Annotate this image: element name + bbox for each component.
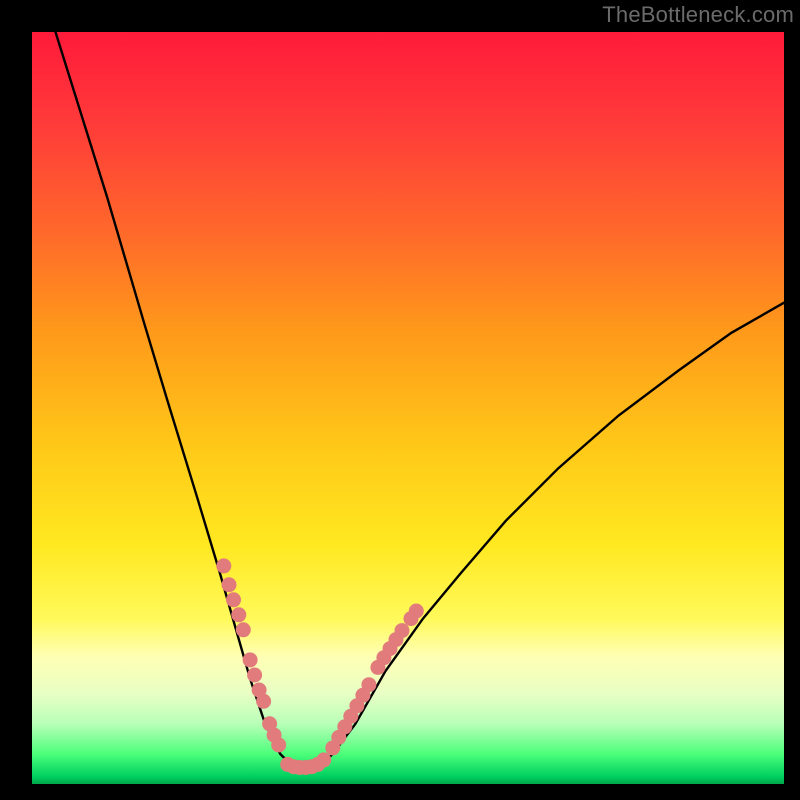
marker-dot (292, 760, 307, 775)
marker-dot (271, 737, 286, 752)
marker-dot (286, 759, 301, 774)
marker-dot (361, 677, 376, 692)
marker-dot (343, 709, 358, 724)
plot-area (32, 32, 784, 784)
marker-dot (252, 683, 267, 698)
marker-dot (247, 668, 262, 683)
marker-dot (355, 688, 370, 703)
marker-dot (256, 694, 271, 709)
marker-dot (216, 558, 231, 573)
marker-dot (331, 730, 346, 745)
marker-dot (383, 641, 398, 656)
marker-dot (409, 604, 424, 619)
marker-dot (316, 752, 331, 767)
chart-stage: TheBottleneck.com (0, 0, 800, 800)
marker-dot (231, 607, 246, 622)
marker-dot (243, 652, 258, 667)
watermark-text: TheBottleneck.com (602, 2, 794, 28)
bottleneck-curve (32, 32, 784, 769)
marker-dot (267, 728, 282, 743)
marker-dot (349, 698, 364, 713)
marker-dot (280, 757, 295, 772)
curve-svg (32, 32, 784, 784)
marker-dot (298, 760, 313, 775)
marker-dot (376, 650, 391, 665)
marker-dot (337, 719, 352, 734)
marker-dot (370, 660, 385, 675)
marker-dot (222, 577, 237, 592)
marker-dot (304, 759, 319, 774)
marker-dot (404, 611, 419, 626)
marker-dot (310, 757, 325, 772)
marker-dot (262, 716, 277, 731)
marker-dot (236, 622, 251, 637)
marker-dot (325, 740, 340, 755)
marker-dot (389, 632, 404, 647)
marker-dot (226, 592, 241, 607)
marker-dot (395, 623, 410, 638)
marker-group (216, 558, 423, 775)
